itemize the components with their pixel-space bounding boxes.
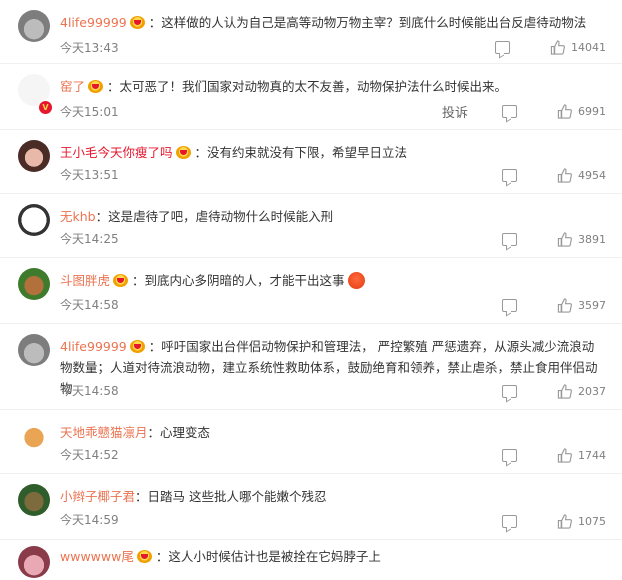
comment-time: 今天14:58	[60, 298, 119, 312]
comment-item: V 窑了 ：太可恶了！我们国家对动物真的太不友善，动物保护法什么时候出来。 今天1…	[0, 64, 622, 130]
comment-text: ：这人小时候估计也是被拴在它妈脖子上	[155, 549, 381, 564]
comment-body: 4life99999 ：这样做的人认为自己是高等动物万物主宰？到底什么时候能出台反…	[60, 12, 606, 33]
user-avatar[interactable]	[18, 484, 50, 516]
comment-username[interactable]: 斗图胖虎	[60, 273, 110, 288]
vip-icon	[136, 550, 152, 563]
comment-list: 4life99999 ：这样做的人认为自己是高等动物万物主宰？到底什么时候能出台反…	[0, 0, 622, 580]
like-count: 2037	[578, 385, 606, 398]
comment-bubble-icon[interactable]	[495, 41, 510, 54]
thumbs-up-icon[interactable]	[557, 514, 572, 529]
comment-actions: 2037	[502, 384, 606, 399]
like-count: 6991	[578, 105, 606, 118]
comment-bubble-icon[interactable]	[502, 105, 517, 118]
thumbs-up-icon[interactable]	[557, 448, 572, 463]
comment-body: 小辫子椰子君：日踏马 这些批人哪个能嫩个残忍	[60, 486, 606, 507]
vip-icon	[113, 274, 129, 287]
like-count: 1075	[578, 515, 606, 528]
thumbs-up-icon[interactable]	[557, 298, 572, 313]
comment-actions: 1075	[502, 514, 606, 529]
user-avatar[interactable]	[18, 140, 50, 172]
comment-body: 无khb：这是虐待了吧，虐待动物什么时候能入刑	[60, 206, 606, 227]
comment-text: ：太可恶了！我们国家对动物真的太不友善，动物保护法什么时候出来。	[107, 79, 508, 94]
user-avatar[interactable]	[18, 10, 50, 42]
comment-text: ：这是虐待了吧，虐待动物什么时候能入刑	[95, 209, 334, 224]
comment-bubble-icon[interactable]	[502, 169, 517, 182]
comment-actions: 3891	[502, 232, 606, 247]
comment-username[interactable]: 4life99999	[60, 15, 127, 30]
comment-bubble-icon[interactable]	[502, 449, 517, 462]
comment-actions: 14041	[495, 40, 606, 55]
comment-actions: 3597	[502, 298, 606, 313]
like-count: 1744	[578, 449, 606, 462]
vip-icon	[175, 146, 191, 159]
comment-item: 小辫子椰子君：日踏马 这些批人哪个能嫩个残忍 今天14:59 1075	[0, 474, 622, 540]
like-count: 14041	[571, 41, 606, 54]
comment-item: 4life99999 ：这样做的人认为自己是高等动物万物主宰？到底什么时候能出台反…	[0, 0, 622, 64]
user-avatar[interactable]	[18, 420, 50, 452]
comment-bubble-icon[interactable]	[502, 299, 517, 312]
user-avatar[interactable]	[18, 204, 50, 236]
thumbs-up-icon[interactable]	[557, 384, 572, 399]
comment-body: 天地乖戆猫凛月：心理变态	[60, 422, 606, 443]
verified-badge: V	[38, 100, 53, 115]
comment-time: 今天14:52	[60, 448, 119, 462]
user-avatar[interactable]	[18, 334, 50, 366]
comment-username[interactable]: 王小毛今天你瘦了吗	[60, 145, 173, 160]
comment-item: 王小毛今天你瘦了吗 ：没有约束就没有下限，希望早日立法 今天13:51 4954	[0, 130, 622, 194]
comment-body: 斗图胖虎 ：到底内心多阴暗的人，才能干出这事	[60, 270, 606, 291]
user-avatar[interactable]	[18, 268, 50, 300]
vip-icon	[88, 80, 104, 93]
comment-item: 无khb：这是虐待了吧，虐待动物什么时候能入刑 今天14:25 3891	[0, 194, 622, 258]
comment-text: ：这样做的人认为自己是高等动物万物主宰？到底什么时候能出台反虐待动物法	[148, 15, 587, 30]
comment-username[interactable]: wwwwww尾	[60, 549, 134, 564]
comment-body: 王小毛今天你瘦了吗 ：没有约束就没有下限，希望早日立法	[60, 142, 606, 163]
comment-bubble-icon[interactable]	[502, 385, 517, 398]
like-count: 4954	[578, 169, 606, 182]
thumbs-up-icon[interactable]	[557, 168, 572, 183]
comment-time: 今天14:59	[60, 513, 119, 527]
comment-bubble-icon[interactable]	[502, 233, 517, 246]
comment-time: 今天15:01	[60, 105, 119, 119]
thumbs-up-icon[interactable]	[557, 104, 572, 119]
comment-username[interactable]: 天地乖戆猫凛月	[60, 425, 148, 440]
angry-emoji-icon	[347, 272, 365, 289]
comment-time: 今天14:25	[60, 232, 119, 246]
report-button[interactable]: 投诉	[442, 102, 468, 121]
comment-body: 窑了 ：太可恶了！我们国家对动物真的太不友善，动物保护法什么时候出来。	[60, 76, 606, 97]
comment-bubble-icon[interactable]	[502, 515, 517, 528]
comment-actions: 投诉 6991	[442, 102, 606, 121]
comment-time: 今天13:43	[60, 41, 119, 55]
comment-username[interactable]: 无khb	[60, 209, 96, 224]
vip-icon	[129, 16, 145, 29]
comment-body: wwwwww尾 ：这人小时候估计也是被拴在它妈脖子上	[60, 546, 606, 567]
comment-item: 4life99999 ：呼吁国家出台伴侣动物保护和管理法， 严控繁殖 严惩遗弃，从…	[0, 324, 622, 410]
vip-icon	[129, 340, 145, 353]
like-count: 3891	[578, 233, 606, 246]
comment-text: ：没有约束就没有下限，希望早日立法	[194, 145, 408, 160]
comment-text: ：到底内心多阴暗的人，才能干出这事	[132, 273, 345, 288]
like-count: 3597	[578, 299, 606, 312]
comment-time: 今天14:58	[60, 384, 119, 398]
comment-actions: 1744	[502, 448, 606, 463]
comment-item: wwwwww尾 ：这人小时候估计也是被拴在它妈脖子上	[0, 540, 622, 580]
comment-time: 今天13:51	[60, 168, 119, 182]
comment-item: 斗图胖虎 ：到底内心多阴暗的人，才能干出这事 今天14:58 3597	[0, 258, 622, 324]
comment-item: 天地乖戆猫凛月：心理变态 今天14:52 1744	[0, 410, 622, 474]
thumbs-up-icon[interactable]	[550, 40, 565, 55]
comment-actions: 4954	[502, 168, 606, 183]
comment-username[interactable]: 小辫子椰子君	[60, 489, 135, 504]
comment-username[interactable]: 窑了	[60, 79, 85, 94]
comment-username[interactable]: 4life99999	[60, 339, 127, 354]
comment-text: ：心理变态	[147, 425, 211, 440]
comment-text: ：日踏马 这些批人哪个能嫩个残忍	[135, 489, 327, 504]
user-avatar[interactable]	[18, 546, 50, 578]
thumbs-up-icon[interactable]	[557, 232, 572, 247]
